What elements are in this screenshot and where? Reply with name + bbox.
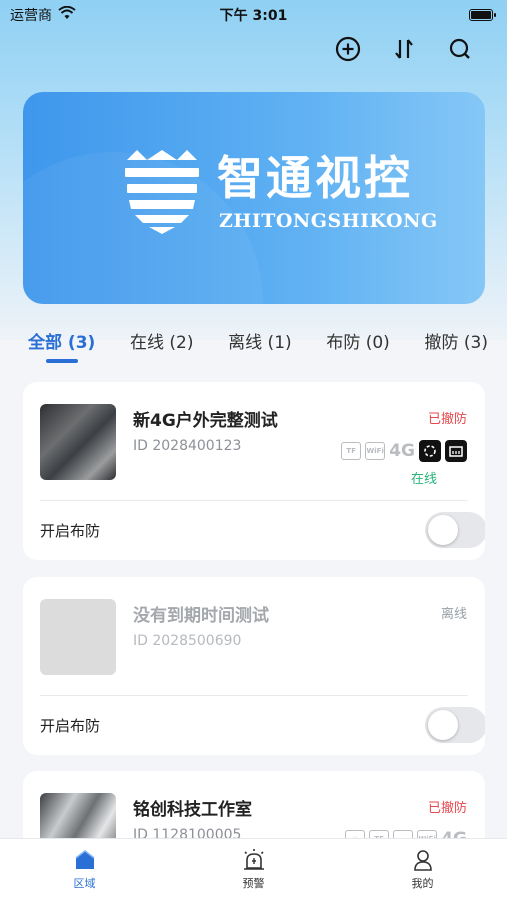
carrier-label: 运营商: [10, 8, 52, 24]
offline-status-badge: 离线: [440, 607, 467, 622]
plus-circle-icon: [335, 36, 361, 62]
power-icon: [419, 440, 441, 462]
tab-offline[interactable]: 离线 (1): [228, 328, 291, 363]
nav-item-profile[interactable]: 我的: [363, 848, 483, 891]
toggle-knob: [428, 710, 458, 740]
battery-status-icon: [445, 440, 467, 462]
nav-label-profile: 我的: [411, 877, 434, 890]
arm-label: 开启布防: [40, 716, 101, 735]
alarm-icon: [243, 849, 264, 870]
nav-item-area[interactable]: 区域: [25, 848, 145, 891]
guard-status-badge: 已撤防: [427, 801, 467, 816]
user-icon: [413, 850, 432, 871]
search-icon: [449, 38, 470, 59]
search-button[interactable]: [443, 34, 477, 64]
sort-icon: [395, 39, 413, 59]
bottom-navigation: 区域 预警 我的: [0, 838, 507, 900]
toolbar: [331, 34, 477, 64]
arm-toggle[interactable]: [425, 512, 485, 548]
nav-label-area: 区域: [73, 877, 96, 890]
wifi-badge-icon: WiFi: [365, 442, 386, 460]
sort-button[interactable]: [387, 34, 421, 64]
status-time: 下午 3:01: [219, 8, 288, 24]
device-card[interactable]: 没有到期时间测试 ID 2028500690 离线 开启布防: [23, 577, 485, 755]
brand-logo-icon: [125, 150, 199, 234]
tab-online[interactable]: 在线 (2): [130, 328, 193, 363]
arm-label: 开启布防: [40, 521, 101, 540]
guard-status-badge: 已撤防: [427, 412, 467, 427]
capability-icons: TF WiFi 4G: [341, 440, 467, 462]
home-icon: [75, 850, 94, 869]
tab-armed[interactable]: 布防 (0): [326, 328, 389, 363]
arm-toggle[interactable]: [425, 707, 485, 743]
nav-label-alert: 预警: [242, 877, 265, 890]
battery-icon: [469, 9, 496, 21]
device-id: ID 2028500690: [133, 633, 242, 649]
tab-all[interactable]: 全部 (3): [28, 328, 95, 363]
signal-4g-label: 4G: [389, 441, 415, 461]
device-card[interactable]: 新4G户外完整测试 ID 2028400123 已撤防 TF WiFi 4G 在…: [23, 382, 485, 560]
online-status: 在线: [410, 472, 437, 487]
brand-subtitle: ZHITONGSHIKONG: [219, 210, 438, 232]
device-name: 新4G户外完整测试: [133, 411, 278, 431]
device-name: 铭创科技工作室: [133, 800, 252, 820]
tf-card-icon: TF: [341, 442, 362, 460]
nav-item-alert[interactable]: 预警: [194, 848, 314, 891]
device-thumbnail: [40, 404, 116, 480]
status-bar: 运营商 下午 3:01: [0, 0, 507, 30]
device-name: 没有到期时间测试: [133, 606, 269, 626]
toggle-knob: [428, 515, 458, 545]
device-id: ID 2028400123: [133, 438, 242, 454]
divider: [40, 500, 468, 501]
wifi-icon: [58, 5, 76, 24]
brand-banner: 智通视控 ZHITONGSHIKONG: [23, 92, 485, 304]
tab-disarmed[interactable]: 撤防 (3): [425, 328, 488, 363]
device-thumbnail: [40, 599, 116, 675]
brand-title: 智通视控: [217, 151, 413, 205]
divider: [40, 695, 468, 696]
add-device-button[interactable]: [331, 34, 365, 64]
filter-tabs: 全部 (3) 在线 (2) 离线 (1) 布防 (0) 撤防 (3): [28, 328, 488, 363]
